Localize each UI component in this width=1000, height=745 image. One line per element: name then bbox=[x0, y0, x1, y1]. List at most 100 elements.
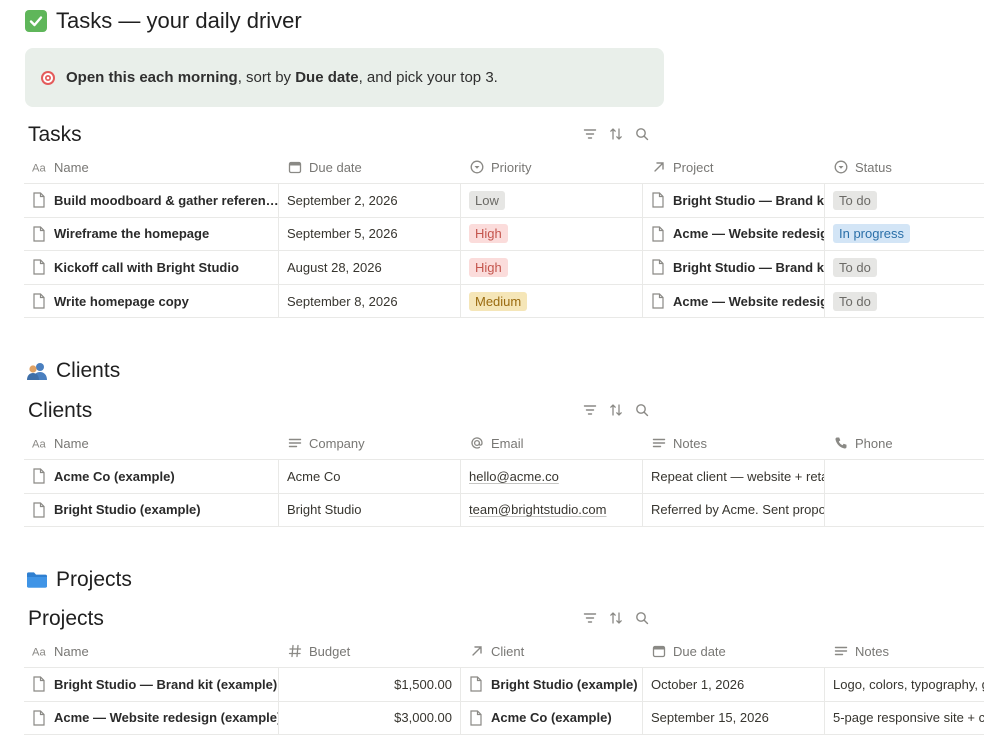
page-icon bbox=[33, 502, 45, 518]
sort-icon[interactable] bbox=[608, 610, 624, 626]
table-row[interactable]: Bright Studio (example) Bright Studio te… bbox=[24, 493, 984, 528]
email-link[interactable]: hello@acme.co bbox=[469, 469, 559, 484]
project-relation-link[interactable]: Acme — Website redesign bbox=[673, 226, 824, 241]
task-project-cell[interactable]: Acme — Website redesign bbox=[643, 217, 825, 251]
project-relation-link[interactable]: Bright Studio — Brand kit ( bbox=[673, 193, 824, 208]
svg-text:Aa: Aa bbox=[32, 163, 47, 173]
column-header-notes[interactable]: Notes bbox=[643, 427, 825, 459]
column-header-client[interactable]: Client bbox=[461, 635, 643, 667]
task-due-cell[interactable]: August 28, 2026 bbox=[279, 251, 461, 284]
task-due-cell[interactable]: September 8, 2026 bbox=[279, 284, 461, 318]
column-header-due-date[interactable]: Due date bbox=[643, 635, 825, 667]
column-header-priority[interactable]: Priority bbox=[461, 151, 643, 183]
client-relation-link[interactable]: Acme Co (example) bbox=[491, 710, 612, 725]
task-project-cell[interactable]: Acme — Website redesign bbox=[643, 284, 825, 318]
column-header-name[interactable]: Aa Name bbox=[24, 151, 279, 183]
clients-database-title[interactable]: Clients bbox=[28, 397, 92, 425]
column-header-notes[interactable]: Notes bbox=[825, 635, 984, 667]
search-icon[interactable] bbox=[634, 402, 650, 418]
client-name-cell[interactable]: Bright Studio (example) bbox=[24, 493, 279, 527]
project-budget-cell[interactable]: $1,500.00 bbox=[279, 668, 461, 701]
table-row[interactable]: Kickoff call with Bright Studio August 2… bbox=[24, 251, 984, 285]
task-priority-cell[interactable]: High bbox=[461, 251, 643, 284]
task-status-cell[interactable]: To do bbox=[825, 285, 984, 318]
project-notes-cell[interactable]: Logo, colors, typography, g bbox=[825, 668, 984, 701]
projects-database-title[interactable]: Projects bbox=[28, 605, 104, 633]
tasks-database-title[interactable]: Tasks bbox=[28, 121, 82, 149]
client-email-cell[interactable]: hello@acme.co bbox=[461, 460, 643, 493]
client-phone-cell[interactable] bbox=[825, 494, 984, 527]
project-client-cell[interactable]: Acme Co (example) bbox=[461, 701, 643, 735]
project-budget-cell[interactable]: $3,000.00 bbox=[279, 701, 461, 735]
project-client-cell[interactable]: Bright Studio (example) bbox=[461, 668, 643, 701]
text-property-icon: Aa bbox=[32, 436, 47, 451]
task-priority-cell[interactable]: Low bbox=[461, 184, 643, 217]
task-due-cell[interactable]: September 5, 2026 bbox=[279, 217, 461, 251]
filter-icon[interactable] bbox=[582, 402, 598, 418]
task-name-cell[interactable]: Write homepage copy bbox=[24, 284, 279, 318]
project-notes-cell[interactable]: 5-page responsive site + co bbox=[825, 702, 984, 735]
project-due-cell[interactable]: October 1, 2026 bbox=[643, 668, 825, 701]
client-company-cell[interactable]: Acme Co bbox=[279, 460, 461, 493]
client-email-cell[interactable]: team@brightstudio.com bbox=[461, 493, 643, 527]
search-icon[interactable] bbox=[634, 610, 650, 626]
table-row[interactable]: Acme — Website redesign (example) $3,000… bbox=[24, 701, 984, 736]
task-project-cell[interactable]: Bright Studio — Brand kit ( bbox=[643, 251, 825, 284]
task-name-cell[interactable]: Build moodboard & gather referen… bbox=[24, 184, 279, 217]
column-header-name[interactable]: Aa Name bbox=[24, 427, 279, 459]
task-name-cell[interactable]: Wireframe the homepage bbox=[24, 217, 279, 251]
task-due-cell[interactable]: September 2, 2026 bbox=[279, 184, 461, 217]
page-icon bbox=[33, 293, 45, 309]
client-notes-cell[interactable]: Repeat client — website + retai bbox=[643, 460, 825, 493]
relation-arrow-icon bbox=[651, 160, 666, 175]
table-row[interactable]: Write homepage copy September 8, 2026 Me… bbox=[24, 284, 984, 319]
client-notes-cell[interactable]: Referred by Acme. Sent propos bbox=[643, 493, 825, 527]
column-header-email[interactable]: Email bbox=[461, 427, 643, 459]
callout-text: Open this each morning, sort by Due date… bbox=[66, 69, 498, 86]
task-status-cell[interactable]: To do bbox=[825, 251, 984, 284]
status-property-icon bbox=[833, 160, 848, 175]
project-relation-link[interactable]: Bright Studio — Brand kit ( bbox=[673, 260, 824, 275]
column-header-budget[interactable]: Budget bbox=[279, 635, 461, 667]
page-icon bbox=[33, 192, 45, 208]
projects-table: Aa Name Budget Client Due date Notes Bri… bbox=[24, 635, 984, 736]
task-project-cell[interactable]: Bright Studio — Brand kit ( bbox=[643, 184, 825, 217]
column-header-company[interactable]: Company bbox=[279, 427, 461, 459]
target-icon bbox=[41, 70, 55, 85]
page-title-text: Tasks — your daily driver bbox=[56, 8, 302, 33]
project-name-cell[interactable]: Acme — Website redesign (example) bbox=[24, 701, 279, 735]
email-link[interactable]: team@brightstudio.com bbox=[469, 502, 606, 517]
clients-toolbar bbox=[582, 402, 650, 418]
column-header-due-date[interactable]: Due date bbox=[279, 151, 461, 183]
client-name-cell[interactable]: Acme Co (example) bbox=[24, 460, 279, 493]
column-header-name[interactable]: Aa Name bbox=[24, 635, 279, 667]
tasks-toolbar bbox=[582, 126, 650, 142]
relation-arrow-icon bbox=[469, 644, 484, 659]
sort-icon[interactable] bbox=[608, 126, 624, 142]
client-relation-link[interactable]: Bright Studio (example) bbox=[491, 677, 638, 692]
client-phone-cell[interactable] bbox=[825, 460, 984, 493]
task-priority-cell[interactable]: Medium bbox=[461, 284, 643, 318]
table-row[interactable]: Wireframe the homepage September 5, 2026… bbox=[24, 217, 984, 252]
filter-icon[interactable] bbox=[582, 610, 598, 626]
table-row[interactable]: Bright Studio — Brand kit (example) $1,5… bbox=[24, 668, 984, 702]
client-company-cell[interactable]: Bright Studio bbox=[279, 493, 461, 527]
filter-icon[interactable] bbox=[582, 126, 598, 142]
column-header-status[interactable]: Status bbox=[825, 151, 984, 183]
sort-icon[interactable] bbox=[608, 402, 624, 418]
task-name-cell[interactable]: Kickoff call with Bright Studio bbox=[24, 251, 279, 284]
search-icon[interactable] bbox=[634, 126, 650, 142]
task-status-cell[interactable]: To do bbox=[825, 184, 984, 217]
phone-icon bbox=[833, 436, 848, 451]
project-name-cell[interactable]: Bright Studio — Brand kit (example) bbox=[24, 668, 279, 701]
folder-icon bbox=[27, 572, 47, 588]
project-relation-link[interactable]: Acme — Website redesign bbox=[673, 294, 824, 309]
task-status-cell[interactable]: In progress bbox=[825, 218, 984, 251]
table-row[interactable]: Acme Co (example) Acme Co hello@acme.co … bbox=[24, 460, 984, 494]
table-row[interactable]: Build moodboard & gather referen… Septem… bbox=[24, 184, 984, 218]
task-priority-cell[interactable]: High bbox=[461, 217, 643, 251]
column-header-phone[interactable]: Phone bbox=[825, 427, 984, 459]
project-due-cell[interactable]: September 15, 2026 bbox=[643, 701, 825, 735]
page-icon bbox=[652, 226, 664, 242]
column-header-project[interactable]: Project bbox=[643, 151, 825, 183]
